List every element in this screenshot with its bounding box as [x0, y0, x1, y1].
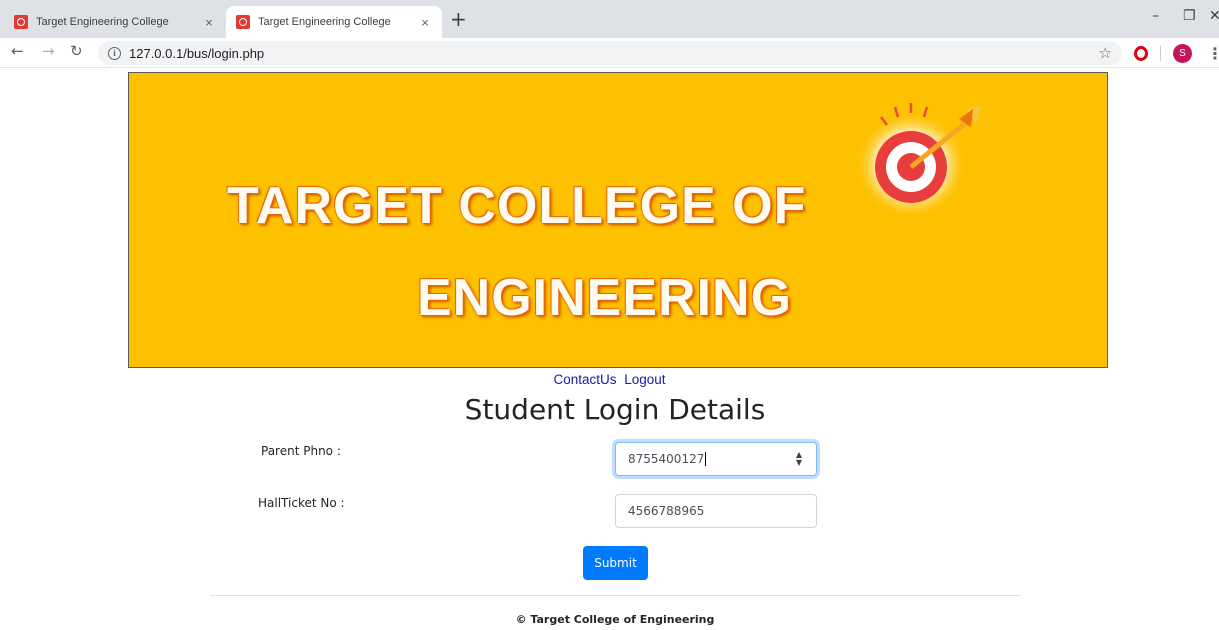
target-dartboard-icon	[855, 103, 981, 215]
banner-title-line2: ENGINEERING	[417, 269, 793, 327]
close-icon[interactable]: ×	[416, 15, 434, 30]
new-tab-button[interactable]: +	[450, 9, 467, 29]
tab-bar: Target Engineering College × Target Engi…	[0, 0, 1219, 38]
info-icon[interactable]: i	[108, 46, 121, 60]
contact-us-link[interactable]: ContactUs	[553, 372, 616, 387]
address-bar[interactable]: i 127.0.0.1/bus/login.php ☆	[98, 41, 1122, 65]
parent-phone-value: 8755400127	[628, 452, 705, 466]
restore-icon[interactable]: ❐	[1183, 8, 1196, 24]
favicon-icon	[236, 15, 250, 29]
college-banner: TARGET COLLEGE OF ENGINEERING	[128, 72, 1108, 368]
footer-divider	[210, 595, 1021, 596]
parent-phone-label: Parent Phno :	[261, 444, 341, 458]
banner-title-line1: TARGET COLLEGE OF	[227, 177, 807, 235]
forward-arrow-icon[interactable]: →	[42, 42, 55, 60]
tab-target-engineering-college-1[interactable]: Target Engineering College ×	[4, 6, 226, 38]
tab-title: Target Engineering College	[36, 16, 169, 28]
tab-title: Target Engineering College	[258, 16, 391, 28]
close-icon[interactable]: ×	[200, 15, 218, 30]
hallticket-label: HallTicket No :	[258, 496, 345, 510]
menu-icon[interactable]: ⋮	[1207, 44, 1219, 63]
page-title: Student Login Details	[464, 393, 766, 426]
browser-toolbar: ← → ↻ i 127.0.0.1/bus/login.php ☆	[0, 38, 1219, 68]
close-window-icon[interactable]: ✕	[1209, 8, 1219, 24]
number-spinner-icon[interactable]: ▲ ▼	[796, 451, 802, 467]
submit-button[interactable]: Submit	[583, 546, 648, 580]
favicon-icon	[14, 15, 28, 29]
star-icon[interactable]: ☆	[1099, 44, 1112, 62]
minimize-icon[interactable]: –	[1152, 8, 1159, 24]
footer-copyright: © Target College of Engineering	[515, 613, 715, 626]
reload-icon[interactable]: ↻	[70, 42, 83, 60]
avatar[interactable]: S	[1173, 44, 1192, 63]
logout-link[interactable]: Logout	[624, 372, 665, 387]
hallticket-input[interactable]: 4566788965	[615, 494, 817, 528]
opera-icon[interactable]	[1134, 46, 1148, 61]
toolbar-divider	[1160, 46, 1161, 61]
back-arrow-icon[interactable]: ←	[11, 42, 24, 60]
text-caret	[705, 452, 707, 466]
parent-phone-input[interactable]: 8755400127 ▲ ▼	[615, 442, 817, 476]
hallticket-value: 4566788965	[628, 504, 705, 518]
nav-links: ContactUs Logout	[0, 372, 1219, 387]
url-text[interactable]: 127.0.0.1/bus/login.php	[129, 46, 264, 61]
tab-target-engineering-college-2[interactable]: Target Engineering College ×	[226, 6, 442, 38]
